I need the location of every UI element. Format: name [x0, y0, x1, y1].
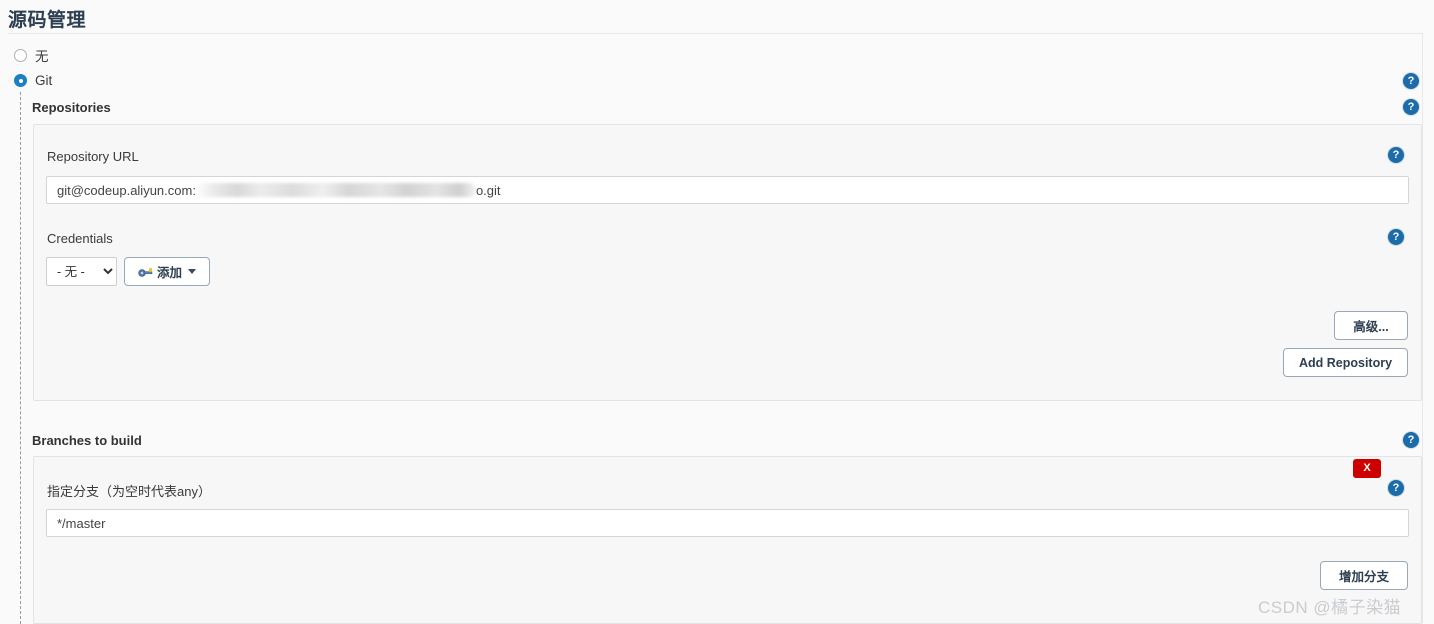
branch-specifier-label: 指定分支（为空时代表any） [47, 484, 211, 499]
radio-none-indicator[interactable] [14, 48, 27, 62]
add-repository-button[interactable]: Add Repository [1283, 348, 1408, 377]
add-credentials-label: 添加 [156, 266, 182, 280]
radio-none-label: 无 [35, 49, 49, 64]
credentials-select[interactable]: - 无 - [46, 257, 117, 286]
help-icon-repository-url[interactable]: ? [1388, 147, 1404, 163]
repository-url-suffix: o.git [475, 182, 501, 198]
page-title: 源码管理 [8, 10, 87, 31]
title-divider [8, 33, 1422, 34]
watermark: CSDN @橘子染猫 [1258, 598, 1402, 617]
add-branch-button[interactable]: 增加分支 [1320, 561, 1408, 590]
help-icon-git[interactable]: ? [1403, 73, 1419, 89]
radio-option-git[interactable]: Git [14, 73, 52, 88]
repository-url-redacted-block [196, 183, 475, 197]
repositories-panel [33, 124, 1422, 401]
repository-url-label: Repository URL [47, 149, 139, 164]
help-icon-branch-specifier[interactable]: ? [1388, 480, 1404, 496]
git-section-guide-line [20, 92, 21, 624]
scm-configuration-page: 源码管理 无 Git Repositories Repository URL g… [0, 0, 1434, 624]
branches-panel [33, 456, 1422, 624]
radio-option-none[interactable]: 无 [14, 45, 49, 65]
help-icon-credentials[interactable]: ? [1388, 229, 1404, 245]
repository-url-prefix: git@codeup.aliyun.com: [57, 182, 196, 198]
help-icon-repositories[interactable]: ? [1403, 99, 1419, 115]
chevron-down-icon [188, 269, 196, 274]
help-icon-branches-to-build[interactable]: ? [1403, 432, 1419, 448]
branch-specifier-input[interactable] [46, 509, 1409, 537]
key-icon [138, 267, 153, 277]
repository-url-input[interactable]: git@codeup.aliyun.com: o.git [46, 176, 1409, 204]
add-credentials-button[interactable]: 添加 [124, 257, 210, 286]
right-side-divider [1422, 33, 1423, 624]
branches-section-label: Branches to build [32, 433, 142, 448]
radio-git-label: Git [35, 73, 53, 88]
radio-git-indicator[interactable] [14, 74, 27, 87]
advanced-button[interactable]: 高级... [1334, 311, 1408, 340]
delete-branch-button[interactable]: X [1353, 459, 1381, 478]
repositories-section-label: Repositories [32, 100, 111, 115]
credentials-label: Credentials [47, 231, 113, 246]
